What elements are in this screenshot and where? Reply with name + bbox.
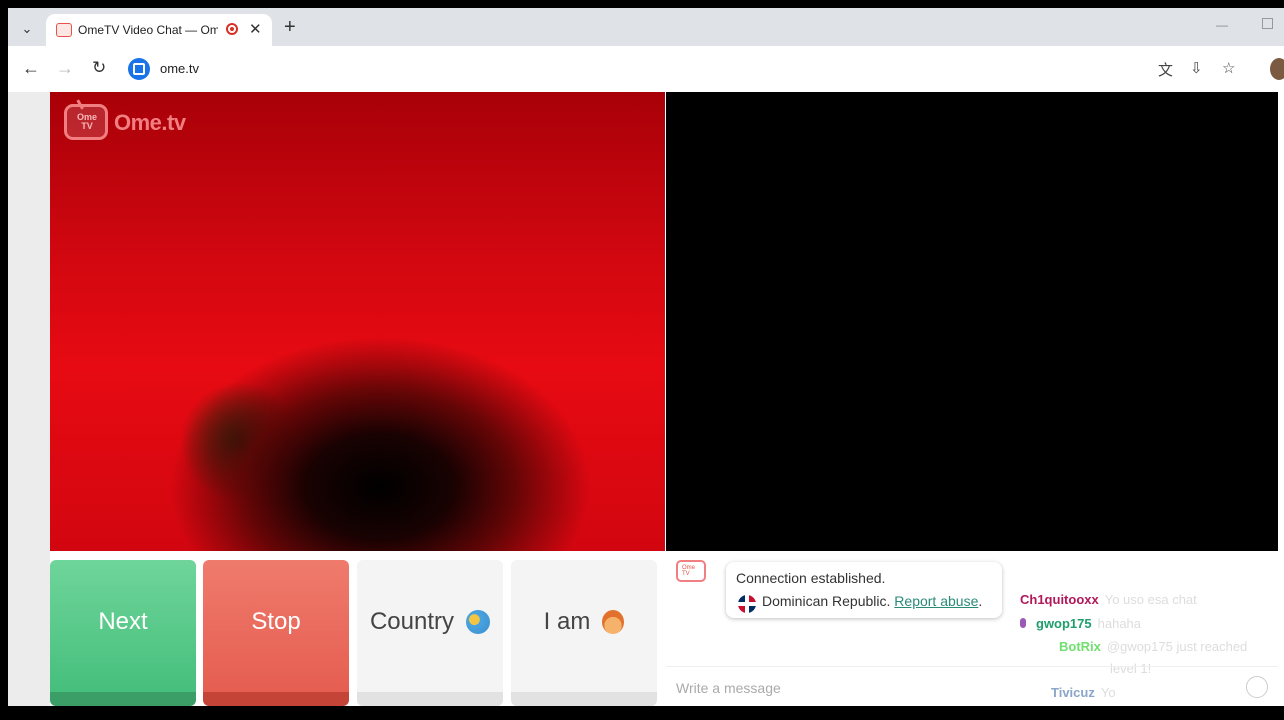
tab-ometv[interactable]: OmeTV Video Chat — Ome ✕: [46, 14, 272, 46]
message-input[interactable]: Write a message: [676, 680, 781, 696]
translate-icon[interactable]: 文: [1158, 59, 1173, 80]
page-content: Ome TV Ome.tv Next Stop Country I am Ome…: [8, 92, 1284, 706]
back-icon[interactable]: ←: [22, 58, 40, 79]
overlay-user: Ch1quitooxx: [1020, 592, 1099, 607]
mic-icon: [1020, 618, 1026, 628]
url-text: ome.tv: [160, 61, 200, 76]
recording-icon: [226, 23, 238, 35]
report-suffix: .: [978, 593, 983, 609]
close-tab-icon[interactable]: ✕: [249, 20, 262, 38]
page-gutter: [8, 92, 50, 706]
dominican-flag-icon: [738, 595, 756, 613]
globe-icon: [466, 610, 491, 634]
report-abuse-link[interactable]: Report abuse: [894, 593, 978, 609]
logo-tv-text: Ome TV: [76, 112, 97, 131]
gender-button[interactable]: I am: [511, 560, 657, 706]
minimize-icon[interactable]: —: [1216, 18, 1228, 32]
tab-search-chevron-icon[interactable]: ⌄: [14, 16, 40, 42]
overlay-user: BotRix: [1059, 639, 1101, 654]
overlay-text: Yo: [1100, 685, 1116, 700]
site-info-icon[interactable]: [128, 58, 150, 80]
browser-window: ⌄ OmeTV Video Chat — Ome ✕ + — ← → ↻ ome…: [8, 8, 1284, 706]
overlay-text: @gwop175 just reached: [1106, 639, 1248, 654]
overlay-line-3: BotRix @gwop175 just reached: [1059, 639, 1247, 654]
ometv-favicon-icon: [56, 23, 72, 37]
overlay-text: Yo uso esa chat: [1104, 592, 1197, 607]
overlay-line-2: gwop175 hahaha: [1020, 616, 1141, 631]
tab-title: OmeTV Video Chat — Ome: [78, 23, 218, 37]
system-message-bubble: Connection established. Dominican Republ…: [726, 562, 1002, 618]
browser-toolbar: ← → ↻ ome.tv 文 ⇩ ☆: [8, 46, 1284, 92]
overlay-text: level 1!: [1110, 661, 1152, 676]
forward-icon[interactable]: →: [56, 58, 74, 79]
country-name: Dominican Republic.: [762, 593, 891, 609]
overlay-text: hahaha: [1097, 616, 1142, 631]
profile-avatar[interactable]: [1270, 58, 1284, 80]
person-icon: [602, 610, 625, 634]
chat-logo-text: Ome TV: [682, 565, 696, 577]
bookmark-star-icon[interactable]: ☆: [1222, 59, 1235, 77]
emoji-icon[interactable]: [1246, 676, 1268, 698]
maximize-icon[interactable]: [1262, 18, 1273, 29]
country-message: Dominican Republic. Report abuse.: [762, 593, 982, 609]
chat-divider: [666, 666, 1278, 667]
install-app-icon[interactable]: ⇩: [1190, 59, 1203, 77]
iam-label: I am: [543, 608, 591, 635]
connection-message: Connection established.: [736, 570, 886, 586]
overlay-user: gwop175: [1036, 616, 1092, 631]
next-label: Next: [98, 608, 148, 635]
country-label: Country: [369, 608, 455, 635]
logo-text: Ome.tv: [114, 110, 186, 135]
overlay-line-4: level 1!: [1104, 661, 1151, 676]
overlay-line-5: Tivicuz Yo: [1051, 685, 1116, 700]
overlay-line-1: Ch1quitooxx Yo uso esa chat: [1020, 592, 1197, 607]
tab-strip: ⌄ OmeTV Video Chat — Ome ✕ + —: [8, 8, 1284, 46]
address-bar[interactable]: ome.tv: [122, 54, 1266, 84]
country-button[interactable]: Country: [357, 560, 503, 706]
stop-button[interactable]: Stop: [203, 560, 349, 706]
tv-logo-icon: Ome TV: [64, 104, 108, 140]
remote-video: [666, 92, 1278, 551]
local-video: Ome TV Ome.tv: [50, 92, 665, 551]
ometv-logo: Ome TV Ome.tv: [64, 100, 204, 142]
reload-icon[interactable]: ↻: [92, 58, 106, 78]
chat-tv-icon: Ome TV: [676, 560, 706, 582]
overlay-user: Tivicuz: [1051, 685, 1095, 700]
next-button[interactable]: Next: [50, 560, 196, 706]
control-buttons: Next Stop Country I am: [50, 560, 665, 706]
stop-label: Stop: [251, 608, 301, 635]
new-tab-button[interactable]: +: [284, 16, 296, 39]
chat-panel: Ome TV Connection established. Dominican…: [666, 552, 1278, 706]
